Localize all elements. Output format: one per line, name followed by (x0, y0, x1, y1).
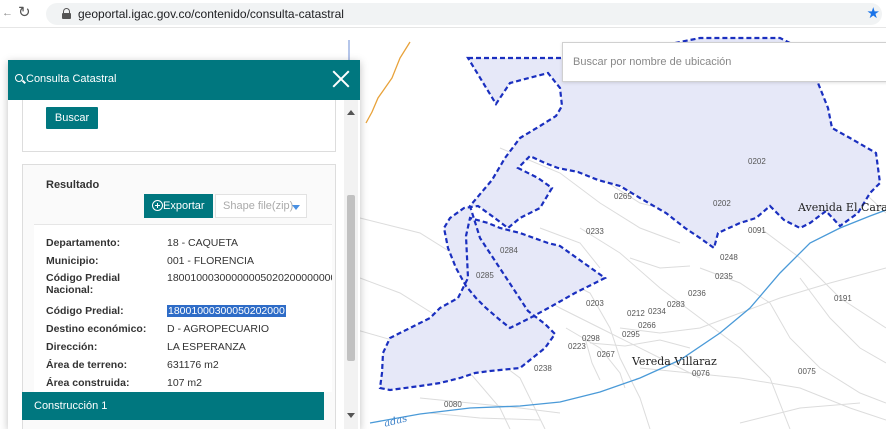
consulta-catastral-panel: Consulta Catastral Buscar Resultado Expo… (8, 60, 360, 429)
parcel-label: 0212 (627, 309, 645, 318)
result-table: Departamento: 18 - CAQUETA Municipio: 00… (34, 224, 332, 392)
result-title: Resultado (46, 179, 100, 191)
result-value: 631176 m2 (167, 359, 219, 371)
close-icon[interactable] (328, 66, 354, 92)
parcel-label: 0233 (586, 227, 604, 236)
search-icon (15, 74, 23, 82)
parcel-label: 0202 (713, 199, 731, 208)
result-label: Departamento: (46, 237, 121, 249)
panel-body[interactable]: Buscar Resultado Exportar Shape file(zip… (8, 100, 360, 429)
parcel-label: 0091 (748, 226, 766, 235)
result-label: Código Predial Nacional: (46, 272, 121, 296)
parcel-label: 0284 (500, 246, 518, 255)
result-label: Municipio: (46, 255, 99, 267)
parcel-label: 0080 (444, 400, 462, 409)
lock-icon (62, 8, 71, 19)
panel-scrollbar[interactable] (344, 100, 358, 429)
location-search-input[interactable] (563, 43, 886, 81)
result-value: 180010003000000050202000000000 (167, 272, 332, 284)
parcel-label: 0236 (688, 289, 706, 298)
export-button[interactable]: Exportar (144, 194, 213, 218)
scrollbar-thumb[interactable] (347, 195, 355, 361)
parcel-label: 0202 (748, 157, 766, 166)
result-value: LA ESPERANZA (167, 341, 246, 353)
panel-header: Consulta Catastral (8, 60, 360, 100)
url-text[interactable]: geoportal.igac.gov.co/contenido/consulta… (78, 7, 344, 21)
parcel-label: 0223 (568, 342, 586, 351)
back-icon[interactable]: ← (2, 7, 13, 19)
scroll-up-icon[interactable] (347, 110, 355, 115)
reload-icon[interactable]: ↻ (18, 3, 31, 21)
result-label: Dirección: (46, 341, 98, 353)
result-value: D - AGROPECUARIO (167, 323, 270, 335)
bookmark-star-icon[interactable]: ★ (867, 4, 880, 22)
result-value: 18 - CAQUETA (167, 237, 238, 249)
parcel-label: 0235 (715, 272, 733, 281)
export-format-select[interactable]: Shape file(zip) (215, 194, 307, 218)
location-search-box[interactable] (562, 42, 886, 82)
result-value: 107 m2 (167, 377, 203, 389)
result-label: Área de terreno: (46, 359, 128, 371)
parcel-label: 0267 (597, 350, 615, 359)
parcel-label: 0234 (648, 307, 666, 316)
parcel-label: 0295 (622, 330, 640, 339)
export-format-value: Shape file(zip) (223, 200, 294, 212)
parcel-label: 0283 (667, 300, 685, 309)
parcel-label: 0238 (534, 364, 552, 373)
parcel-label: 0265 (614, 192, 632, 201)
parcel-label: 0076 (692, 369, 710, 378)
result-value-selected[interactable]: 18001000300050202000 (167, 305, 286, 317)
result-label: Destino económico: (46, 323, 147, 335)
browser-toolbar: ← ↻ geoportal.igac.gov.co/contenido/cons… (0, 0, 886, 28)
buscar-button[interactable]: Buscar (46, 107, 98, 129)
search-card: Buscar (22, 100, 336, 152)
export-label: Exportar (163, 200, 205, 212)
scroll-down-icon[interactable] (347, 413, 355, 418)
chevron-down-icon (292, 205, 300, 210)
result-label: Área construida: (46, 377, 130, 389)
result-card: Resultado Exportar Shape file(zip) Depar… (22, 164, 336, 429)
parcel-label: 0203 (586, 299, 604, 308)
address-bar[interactable]: geoportal.igac.gov.co/contenido/consulta… (46, 3, 882, 25)
parcel-label: 0075 (798, 367, 816, 376)
parcel-label: 0285 (476, 271, 494, 280)
construccion-accordion[interactable]: Construcción 1 (22, 392, 324, 420)
place-label-vereda: Vereda Villaraz (632, 355, 717, 368)
panel-title: Consulta Catastral (26, 73, 117, 85)
parcel-label: 0248 (720, 253, 738, 262)
plus-circle-icon (152, 200, 163, 211)
parcel-label: 0191 (834, 294, 852, 303)
parcel-label: 0266 (638, 321, 656, 330)
result-value: 001 - FLORENCIA (167, 255, 254, 267)
place-label-avenida: Avenida El Caraño (798, 201, 886, 214)
result-label: Código Predial: (46, 305, 124, 317)
